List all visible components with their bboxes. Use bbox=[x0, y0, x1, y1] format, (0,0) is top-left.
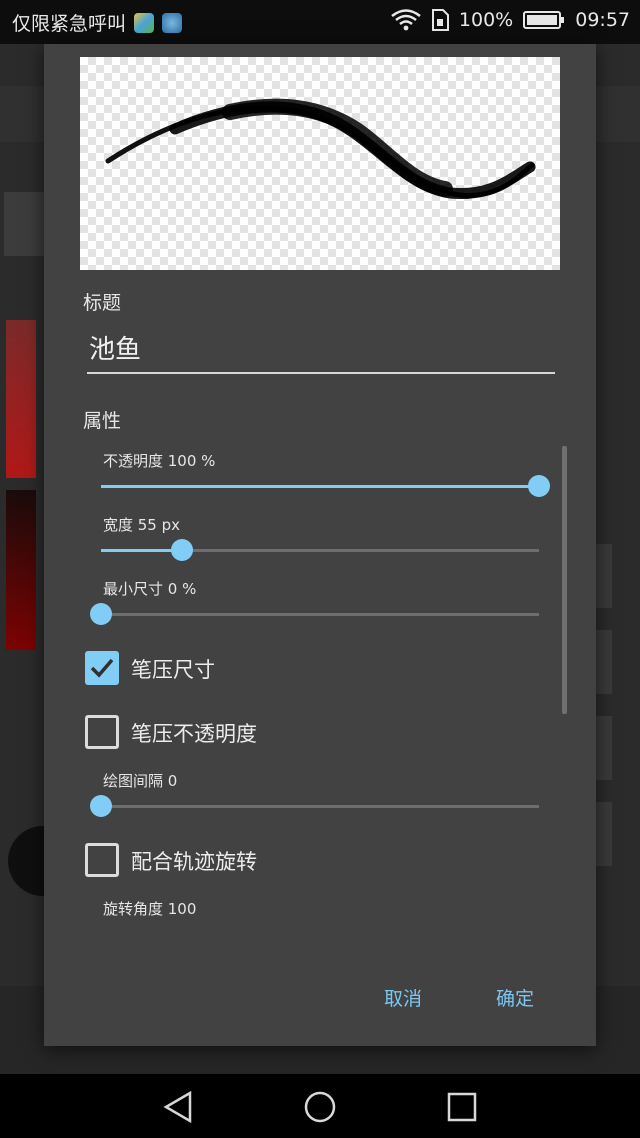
navigation-bar bbox=[0, 1074, 640, 1138]
spacing-label: 绘图间隔 0 bbox=[103, 772, 178, 790]
app-notification-icon bbox=[134, 12, 155, 33]
pressure-opacity-checkbox[interactable] bbox=[85, 715, 119, 749]
min-size-slider[interactable] bbox=[90, 603, 539, 625]
app-notification-icon bbox=[162, 12, 183, 33]
battery-percent: 100% bbox=[458, 9, 514, 31]
carrier-text: 仅限紧急呼叫 bbox=[12, 13, 127, 35]
background-button bbox=[596, 630, 612, 694]
pressure-size-checkbox[interactable] bbox=[85, 651, 119, 685]
background-color-bar bbox=[6, 490, 36, 650]
spacing-slider[interactable] bbox=[90, 795, 539, 817]
brush-stroke-image bbox=[105, 98, 536, 200]
title-input[interactable]: 池鱼 bbox=[87, 330, 555, 374]
spacing-slider-thumb[interactable] bbox=[90, 795, 112, 817]
opacity-slider[interactable] bbox=[101, 475, 550, 497]
follow-path-rotate-label: 配合轨迹旋转 bbox=[131, 850, 257, 874]
background-color-bar bbox=[6, 320, 36, 478]
follow-path-rotate-checkbox[interactable] bbox=[85, 843, 119, 877]
wifi-icon bbox=[391, 9, 421, 31]
width-slider-thumb[interactable] bbox=[171, 539, 193, 561]
width-slider[interactable] bbox=[101, 539, 539, 561]
back-icon[interactable] bbox=[162, 1090, 194, 1124]
pressure-opacity-label: 笔压不透明度 bbox=[131, 722, 257, 746]
title-label: 标题 bbox=[83, 292, 122, 314]
brush-stroke-preview bbox=[80, 57, 560, 270]
min-size-slider-thumb[interactable] bbox=[90, 603, 112, 625]
sim-icon bbox=[431, 9, 449, 31]
scrollbar[interactable] bbox=[562, 446, 567, 714]
min-size-label: 最小尺寸 0 % bbox=[103, 580, 197, 598]
ok-button[interactable]: 确定 bbox=[496, 984, 534, 1011]
background-button bbox=[596, 544, 612, 608]
background-button bbox=[596, 802, 612, 866]
opacity-slider-thumb[interactable] bbox=[528, 475, 550, 497]
opacity-slider-fill bbox=[101, 485, 539, 488]
width-slider-fill bbox=[101, 549, 182, 552]
properties-label: 属性 bbox=[83, 410, 122, 432]
home-icon[interactable] bbox=[303, 1090, 337, 1124]
checkmark-icon bbox=[90, 658, 114, 678]
opacity-label: 不透明度 100 % bbox=[103, 452, 216, 470]
cancel-button[interactable]: 取消 bbox=[384, 984, 422, 1011]
pressure-size-label: 笔压尺寸 bbox=[131, 658, 215, 682]
battery-icon bbox=[523, 11, 565, 29]
rotation-angle-label: 旋转角度 100 bbox=[103, 900, 197, 918]
background-button bbox=[596, 716, 612, 780]
width-label: 宽度 55 px bbox=[103, 516, 181, 534]
clock: 09:57 bbox=[575, 9, 630, 31]
background-panel bbox=[4, 192, 44, 256]
recents-icon[interactable] bbox=[447, 1092, 477, 1122]
brush-settings-dialog: 标题 池鱼 属性 不透明度 100 % 宽度 55 px 最小尺寸 0 % 笔压… bbox=[44, 44, 596, 1046]
status-bar: 仅限紧急呼叫 100% 09:57 bbox=[0, 0, 640, 44]
